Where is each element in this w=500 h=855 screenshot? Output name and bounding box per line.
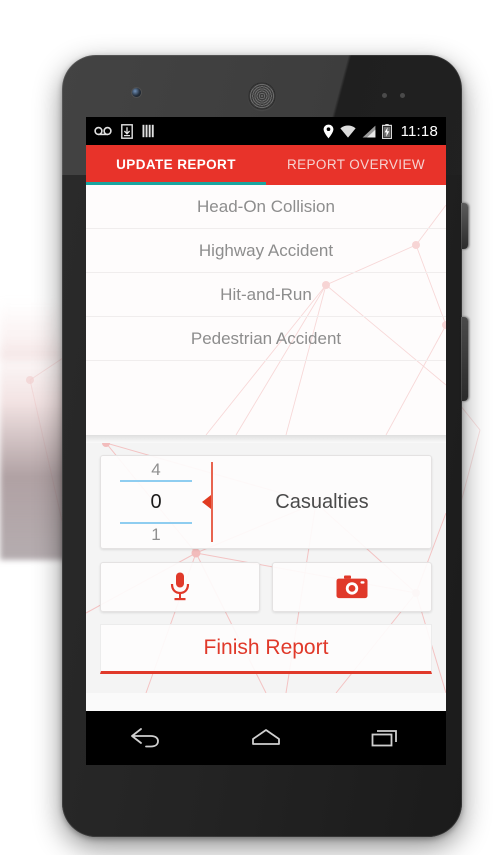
sim-bars-icon [142,124,154,138]
status-bar-right-icons: 11:18 [323,123,438,140]
voicemail-icon [94,126,112,136]
wifi-icon [339,125,356,138]
download-icon [121,123,133,139]
list-item[interactable]: Head-On Collision [86,185,446,229]
status-bar: 11:18 [86,117,446,145]
picker-divider-top [120,480,192,482]
camera-icon [336,575,368,599]
picker-divider-bottom [120,522,192,524]
microphone-icon [170,572,190,601]
android-navigation-bar [86,711,446,765]
media-buttons-row [100,562,432,612]
counter-label: Casualties [275,490,369,513]
home-icon [252,729,280,745]
volume-rocker[interactable] [461,317,468,401]
tab-update-report[interactable]: UPDATE REPORT [86,145,266,185]
counter-divider [202,462,213,542]
camera-capture-button[interactable] [272,562,432,612]
left-arrow-marker-icon [202,495,211,509]
phone-screen: 11:18 UPDATE REPORT REPORT OVERVIEW Head… [86,117,446,765]
list-item[interactable]: Pedestrian Accident [86,317,446,361]
picker-value-above: 4 [151,461,161,478]
proximity-sensor-icon [382,93,387,98]
list-item[interactable]: Hit-and-Run [86,273,446,317]
tab-bar: UPDATE REPORT REPORT OVERVIEW [86,145,446,185]
list-item[interactable]: Highway Accident [86,229,446,273]
location-pin-icon [323,124,333,138]
casualties-counter[interactable]: 4 0 1 Casualties [100,455,432,549]
nav-back-button[interactable] [123,721,169,755]
battery-charging-icon [381,123,392,139]
cellular-signal-icon [362,125,375,137]
controls-inner: 4 0 1 Casualties Finish Report [86,443,446,674]
nav-home-button[interactable] [243,721,289,755]
front-camera [132,88,141,97]
recents-icon [371,730,397,747]
light-sensor-icon [400,93,405,98]
picker-current-value: 0 [150,491,162,513]
status-bar-left-icons [94,123,156,139]
casualties-number-picker[interactable]: 4 0 1 [101,456,211,548]
nav-recents-button[interactable] [363,721,409,755]
tab-report-overview[interactable]: REPORT OVERVIEW [266,145,446,185]
earpiece-speaker [248,82,276,110]
phone-device: 11:18 UPDATE REPORT REPORT OVERVIEW Head… [62,55,468,837]
accident-type-list: Head-On Collision Highway Accident Hit-a… [86,185,446,435]
finish-report-button[interactable]: Finish Report [100,624,432,674]
back-icon [131,728,159,748]
power-button[interactable] [461,203,468,249]
list-bottom-shadow [86,435,446,443]
report-controls-panel: 4 0 1 Casualties Finish Report [86,443,446,693]
picker-value-below: 1 [151,526,161,543]
voice-record-button[interactable] [100,562,260,612]
status-bar-clock: 11:18 [400,122,438,140]
